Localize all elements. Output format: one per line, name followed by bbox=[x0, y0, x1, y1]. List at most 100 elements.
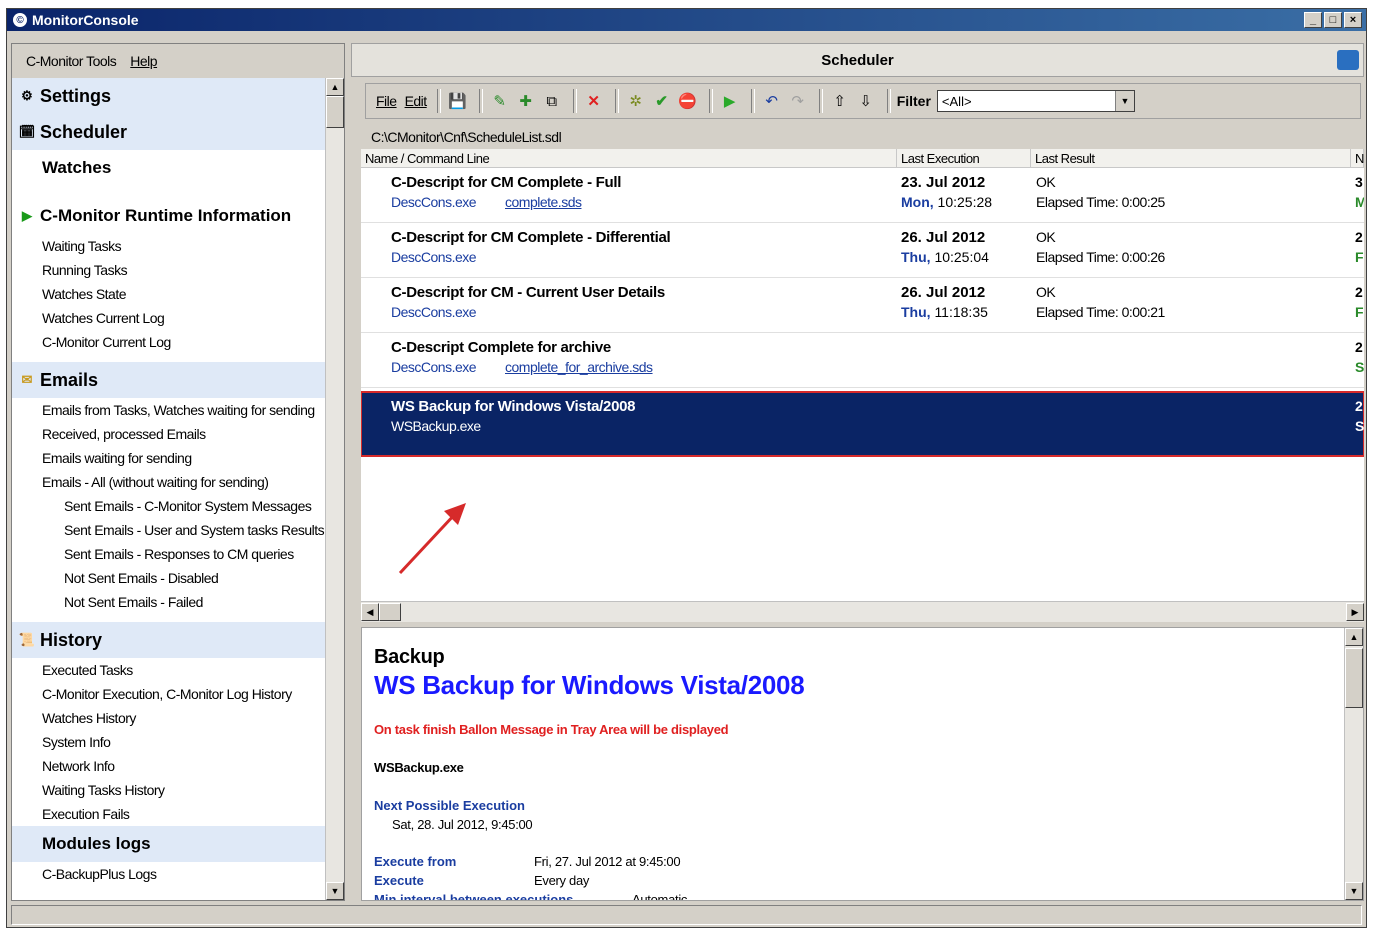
title-bar: © MonitorConsole _ □ × bbox=[7, 9, 1366, 31]
nav-waiting-tasks[interactable]: Waiting Tasks bbox=[12, 234, 328, 258]
move-up-icon[interactable]: ⇧ bbox=[829, 87, 851, 115]
nav-not-sent-failed[interactable]: Not Sent Emails - Failed bbox=[12, 590, 328, 614]
last-exec-date: 23. Jul 2012 bbox=[901, 174, 986, 191]
scroll-thumb[interactable] bbox=[326, 96, 344, 128]
nav-runtime[interactable]: ▶ C-Monitor Runtime Information bbox=[12, 198, 328, 234]
wizard-icon[interactable]: ✎ bbox=[489, 87, 511, 115]
nav-watches-history[interactable]: Watches History bbox=[12, 706, 328, 730]
nav-executed-tasks[interactable]: Executed Tasks bbox=[12, 658, 328, 682]
nav-not-sent-disabled[interactable]: Not Sent Emails - Disabled bbox=[12, 566, 328, 590]
next-execution-value: Sat, 28. Jul 2012, 9:45:00 bbox=[392, 817, 533, 832]
task-detail-panel: Backup WS Backup for Windows Vista/2008 … bbox=[361, 627, 1364, 901]
save-icon[interactable]: 💾 bbox=[447, 87, 469, 115]
min-interval-label: Min interval between executions bbox=[374, 892, 574, 901]
execute-from-value: Fri, 27. Jul 2012 at 9:45:00 bbox=[534, 854, 681, 869]
task-argument-link[interactable]: complete.sds bbox=[505, 194, 582, 210]
next-type: F bbox=[1355, 249, 1364, 265]
envelope-icon: ✉ bbox=[21, 372, 33, 387]
table-row-selected[interactable]: WS Backup for Windows Vista/2008 WSBacku… bbox=[361, 391, 1364, 457]
nav-execution-history[interactable]: C-Monitor Execution, C-Monitor Log Histo… bbox=[12, 682, 328, 706]
nav-waiting-tasks-history[interactable]: Waiting Tasks History bbox=[12, 778, 328, 802]
nav-running-tasks[interactable]: Running Tasks bbox=[12, 258, 328, 282]
col-n[interactable]: N bbox=[1351, 149, 1364, 167]
copy-icon[interactable]: ⧉ bbox=[541, 87, 563, 115]
move-down-icon[interactable]: ⇩ bbox=[855, 87, 877, 115]
chevron-down-icon[interactable]: ▼ bbox=[1114, 91, 1134, 111]
next-value: 2 bbox=[1355, 398, 1363, 414]
nav-scrollbar[interactable]: ▲ ▼ bbox=[325, 78, 344, 900]
nav-network-info[interactable]: Network Info bbox=[12, 754, 328, 778]
settings-icon[interactable]: ✲ bbox=[625, 87, 647, 115]
hscroll-thumb[interactable] bbox=[379, 603, 401, 621]
table-row[interactable]: C-Descript Complete for archive DescCons… bbox=[361, 333, 1364, 388]
task-argument-link[interactable]: complete_for_archive.sds bbox=[505, 359, 653, 375]
nav-scheduler-label: Scheduler bbox=[40, 121, 128, 142]
col-last-execution[interactable]: Last Execution bbox=[897, 149, 1031, 167]
menu-tools[interactable]: C-Monitor Tools bbox=[26, 53, 117, 69]
table-row[interactable]: C-Descript for CM Complete - Differentia… bbox=[361, 223, 1364, 278]
scroll-down-icon[interactable]: ▼ bbox=[1345, 882, 1363, 900]
scroll-thumb[interactable] bbox=[1345, 648, 1363, 708]
table-hscrollbar[interactable]: ◀ ▶ bbox=[361, 601, 1364, 622]
scheduler-title: Scheduler bbox=[821, 51, 894, 69]
edit-menu[interactable]: Edit bbox=[401, 93, 431, 109]
app-icon: © bbox=[13, 13, 27, 27]
col-last-result[interactable]: Last Result bbox=[1031, 149, 1351, 167]
schedule-path: C:\CMonitor\Cnf\ScheduleList.sdl bbox=[371, 129, 562, 145]
scroll-up-icon[interactable]: ▲ bbox=[326, 78, 344, 96]
scroll-left-icon[interactable]: ◀ bbox=[361, 603, 379, 621]
nav-emails-label: Emails bbox=[40, 369, 99, 390]
window-title: MonitorConsole bbox=[32, 12, 139, 28]
scheduler-header: Scheduler bbox=[351, 43, 1364, 77]
scroll-right-icon[interactable]: ▶ bbox=[1346, 603, 1364, 621]
nav-sent-responses[interactable]: Sent Emails - Responses to CM queries bbox=[12, 542, 328, 566]
scroll-up-icon[interactable]: ▲ bbox=[1345, 628, 1363, 646]
task-name: C-Descript for CM Complete - Differentia… bbox=[391, 229, 671, 246]
scroll-down-icon[interactable]: ▼ bbox=[326, 882, 344, 900]
nav-emails-waiting-tasks[interactable]: Emails from Tasks, Watches waiting for s… bbox=[12, 398, 328, 422]
detail-category: Backup bbox=[374, 646, 445, 668]
nav-cbackupplus-logs[interactable]: C-BackupPlus Logs bbox=[12, 862, 328, 886]
nav-emails[interactable]: ✉ Emails bbox=[12, 362, 328, 398]
col-name[interactable]: Name / Command Line bbox=[361, 149, 897, 167]
nav-history[interactable]: 📜 History bbox=[12, 622, 328, 658]
enable-icon[interactable]: ✔ bbox=[651, 87, 673, 115]
filter-value: <All> bbox=[941, 93, 972, 109]
nav-emails-all[interactable]: Emails - All (without waiting for sendin… bbox=[12, 470, 328, 494]
undo-icon[interactable]: ↶ bbox=[761, 87, 783, 115]
nav-sent-system[interactable]: Sent Emails - C-Monitor System Messages bbox=[12, 494, 328, 518]
next-value: 2 bbox=[1355, 284, 1363, 300]
elapsed-time: Elapsed Time: 0:00:21 bbox=[1036, 304, 1165, 320]
detail-scrollbar[interactable]: ▲ ▼ bbox=[1344, 628, 1363, 900]
file-menu[interactable]: File bbox=[372, 93, 401, 109]
nav-system-info[interactable]: System Info bbox=[12, 730, 328, 754]
play-icon: ▶ bbox=[22, 208, 32, 223]
nav-sent-user[interactable]: Sent Emails - User and System tasks Resu… bbox=[12, 518, 328, 542]
redo-icon[interactable]: ↷ bbox=[787, 87, 809, 115]
nav-emails-waiting[interactable]: Emails waiting for sending bbox=[12, 446, 328, 470]
nav-watches-state[interactable]: Watches State bbox=[12, 282, 328, 306]
table-row[interactable]: C-Descript for CM Complete - Full DescCo… bbox=[361, 168, 1364, 223]
delete-icon[interactable]: ✕ bbox=[583, 87, 605, 115]
disable-icon[interactable]: ⛔ bbox=[677, 87, 699, 115]
run-icon[interactable]: ▶ bbox=[719, 87, 741, 115]
table-header: Name / Command Line Last Execution Last … bbox=[361, 149, 1364, 168]
nav-watches-current-log[interactable]: Watches Current Log bbox=[12, 306, 328, 330]
nav-watches[interactable]: Watches bbox=[12, 150, 328, 186]
nav-scheduler[interactable]: 🗓 Scheduler bbox=[12, 114, 328, 150]
nav-received-emails[interactable]: Received, processed Emails bbox=[12, 422, 328, 446]
scheduler-icon: 🗓 bbox=[18, 124, 36, 139]
close-button[interactable]: × bbox=[1344, 12, 1362, 28]
nav-cmonitor-current-log[interactable]: C-Monitor Current Log bbox=[12, 330, 328, 354]
menu-help[interactable]: Help bbox=[130, 53, 157, 69]
minimize-button[interactable]: _ bbox=[1304, 12, 1322, 28]
nav-settings-label: Settings bbox=[40, 85, 112, 106]
table-row[interactable]: C-Descript for CM - Current User Details… bbox=[361, 278, 1364, 333]
nav-modules-logs[interactable]: Modules logs bbox=[12, 826, 328, 862]
add-icon[interactable]: ✚ bbox=[515, 87, 537, 115]
execute-from-label: Execute from bbox=[374, 854, 457, 869]
nav-settings[interactable]: ⚙ Settings bbox=[12, 78, 328, 114]
nav-execution-fails[interactable]: Execution Fails bbox=[12, 802, 328, 826]
maximize-button[interactable]: □ bbox=[1324, 12, 1342, 28]
filter-select[interactable]: <All> ▼ bbox=[936, 90, 1135, 112]
